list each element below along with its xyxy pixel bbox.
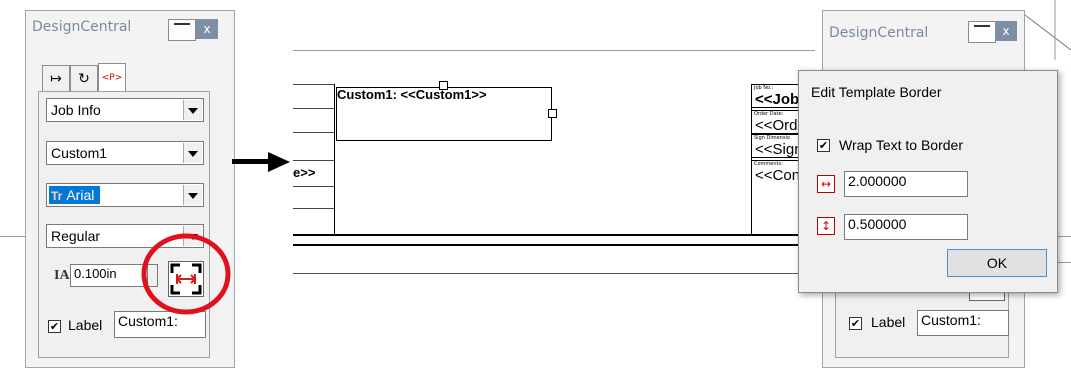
edit-template-border-dialog: Edit Template Border ✔ Wrap Text to Bord… [798, 70, 1058, 293]
font-select[interactable]: Tr Arial [46, 183, 204, 207]
drawing-line-mid-2 [293, 244, 815, 246]
right-minimize-button[interactable] [968, 21, 996, 43]
template-field: <<Sign [755, 141, 803, 158]
font-name: Arial [66, 187, 95, 203]
tab-dimensions[interactable]: ↦ [42, 65, 70, 91]
tab-refresh[interactable]: ↻ [70, 65, 98, 91]
tab-fields-label: <P> [101, 72, 123, 83]
category-select-value: Job Info [51, 102, 101, 118]
left-tabs: ↦ ↻ <P> [42, 63, 126, 91]
table-line [293, 160, 335, 161]
right-label-input[interactable]: Custom1: [917, 310, 1009, 336]
table-divider [334, 84, 335, 236]
style-select-value: Regular [51, 228, 101, 244]
right-label-checkbox[interactable]: ✔ [849, 317, 862, 330]
right-close-button[interactable]: x [995, 21, 1017, 41]
field-select-value: Custom1 [51, 145, 108, 161]
table-line [293, 132, 335, 133]
left-label-text: Label [68, 317, 103, 333]
height-icon: ↕ [817, 217, 835, 235]
table-line [293, 84, 335, 85]
field-select[interactable]: Custom1 [46, 141, 204, 165]
partial-field-text: e>> [293, 165, 316, 180]
right-panel-title: DesignCentral [829, 25, 929, 41]
table-line [293, 208, 335, 209]
text-size-input[interactable]: 0.100in [70, 264, 148, 287]
drawing-line-low [293, 273, 815, 274]
truetype-icon: Tr [51, 189, 63, 203]
left-close-button[interactable]: x [196, 19, 218, 39]
drawing-line-top [293, 50, 815, 51]
tab-fields[interactable]: <P> [98, 63, 126, 91]
left-label-checkbox[interactable]: ✔ [48, 320, 61, 333]
template-field: <<Ord [755, 117, 798, 134]
height-input[interactable]: 0.500000 [844, 214, 968, 240]
wrap-text-checkbox[interactable]: ✔ [817, 139, 830, 152]
custom1-field-text: Custom1: <<Custom1>> [337, 87, 487, 102]
arrow-icon [232, 152, 290, 172]
chevron-down-icon[interactable] [183, 185, 202, 205]
width-icon: ↔ [817, 175, 835, 193]
table-line [293, 108, 335, 109]
chevron-down-icon[interactable] [183, 100, 202, 120]
wrap-text-label: Wrap Text to Border [839, 137, 963, 153]
bg-diagonal [1025, 0, 1071, 60]
drawing-line-mid-1 [293, 234, 815, 236]
dialog-title: Edit Template Border [811, 84, 942, 100]
bg-line [0, 236, 25, 237]
category-select[interactable]: Job Info [46, 98, 204, 122]
chevron-down-icon[interactable] [183, 143, 202, 163]
template-field: <<Con [755, 167, 801, 184]
width-input[interactable]: 2.000000 [844, 171, 968, 197]
template-field: <<Job [755, 91, 800, 108]
ok-button[interactable]: OK [947, 249, 1047, 277]
table-line [293, 186, 335, 187]
left-minimize-button[interactable] [168, 19, 196, 41]
text-size-icon: IA [54, 268, 70, 283]
custom1-field-box[interactable]: Custom1: <<Custom1>> [336, 87, 552, 141]
left-panel-title: DesignCentral [32, 19, 132, 35]
right-label-text: Label [871, 314, 906, 330]
font-select-value: Tr Arial [49, 186, 101, 204]
annotation-circle [141, 233, 231, 315]
selection-grip-top[interactable] [439, 81, 448, 90]
selection-grip-right[interactable] [548, 109, 557, 118]
